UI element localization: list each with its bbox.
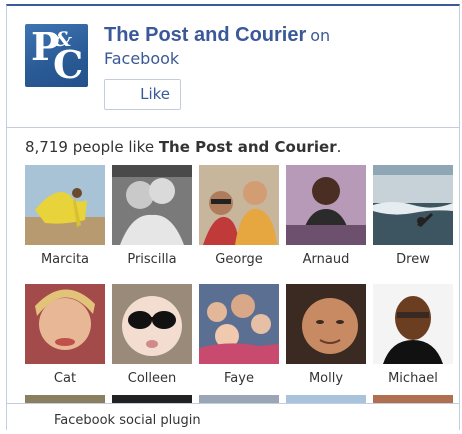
face-name[interactable]: George: [199, 252, 279, 267]
face-item[interactable]: Marcita: [25, 165, 105, 267]
face-name[interactable]: Arnaud: [286, 252, 366, 267]
profile-photo[interactable]: [25, 165, 105, 245]
facebook-link[interactable]: Facebook: [104, 48, 454, 70]
page-title: The Post and Courier on Facebook: [104, 23, 454, 70]
like-button[interactable]: Like: [104, 79, 181, 110]
on-label: on: [310, 26, 331, 45]
face-item[interactable]: George: [199, 165, 279, 267]
face-name[interactable]: Drew: [373, 252, 453, 267]
divider: [7, 127, 459, 128]
face-item[interactable]: Colleen: [112, 284, 192, 386]
profile-photo[interactable]: [373, 165, 453, 245]
page-logo[interactable]: P & C: [25, 24, 88, 87]
face-name[interactable]: Marcita: [25, 252, 105, 267]
profile-photo[interactable]: [286, 165, 366, 245]
like-count-line: 8,719 people like The Post and Courier.: [25, 138, 341, 156]
face-item[interactable]: Drew: [373, 165, 453, 267]
like-count-text: people like: [67, 138, 159, 156]
face-item[interactable]: Michael: [373, 284, 453, 386]
facebook-like-box: P & C The Post and Courier on Facebook Li…: [6, 4, 460, 430]
profile-photo[interactable]: [373, 284, 453, 364]
face-item[interactable]: Faye: [199, 284, 279, 386]
page-name-link[interactable]: The Post and Courier: [104, 24, 306, 46]
profile-photo[interactable]: [199, 284, 279, 364]
face-item[interactable]: Arnaud: [286, 165, 366, 267]
face-item[interactable]: Molly: [286, 284, 366, 386]
face-name[interactable]: Colleen: [112, 371, 192, 386]
face-name[interactable]: Cat: [25, 371, 105, 386]
face-name[interactable]: Priscilla: [112, 252, 192, 267]
profile-photo[interactable]: [112, 284, 192, 364]
face-name[interactable]: Faye: [199, 371, 279, 386]
footer-text[interactable]: Facebook social plugin: [54, 413, 201, 428]
logo-letter-c: C: [53, 42, 84, 87]
profile-photo[interactable]: [25, 284, 105, 364]
face-name[interactable]: Molly: [286, 371, 366, 386]
face-item[interactable]: Cat: [25, 284, 105, 386]
profile-photo[interactable]: [199, 165, 279, 245]
like-count-page-name: The Post and Courier: [158, 138, 337, 156]
profile-photo[interactable]: [112, 165, 192, 245]
profile-photo[interactable]: [286, 284, 366, 364]
like-count: 8,719: [25, 138, 68, 156]
face-item[interactable]: Priscilla: [112, 165, 192, 267]
face-name[interactable]: Michael: [373, 371, 453, 386]
like-count-period: .: [336, 138, 342, 156]
